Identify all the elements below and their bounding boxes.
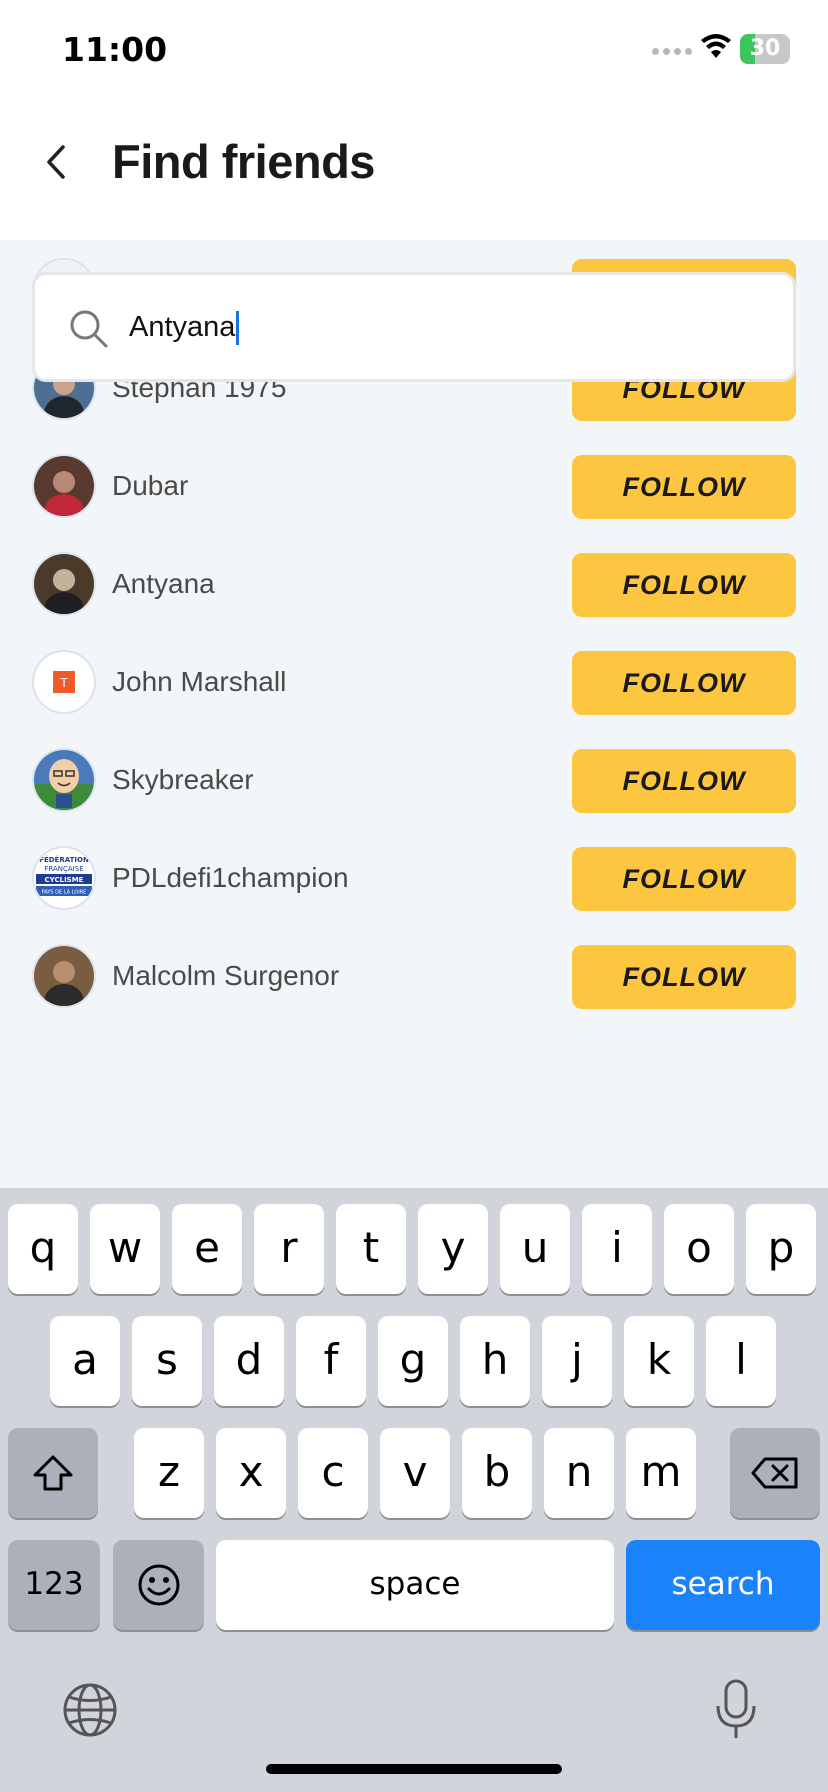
key-t[interactable]: t — [336, 1204, 406, 1294]
search-icon — [70, 310, 108, 348]
key-r[interactable]: r — [254, 1204, 324, 1294]
svg-text:FÉDÉRATION: FÉDÉRATION — [39, 855, 89, 864]
user-name[interactable]: Skybreaker — [112, 724, 254, 836]
shift-icon — [33, 1455, 73, 1491]
key-k[interactable]: k — [624, 1316, 694, 1406]
text-cursor — [236, 311, 239, 345]
user-name[interactable]: Dubar — [112, 430, 188, 542]
key-e[interactable]: e — [172, 1204, 242, 1294]
cellular-signal-icon — [652, 48, 692, 55]
delete-key[interactable] — [730, 1428, 820, 1518]
key-h[interactable]: h — [460, 1316, 530, 1406]
key-n[interactable]: n — [544, 1428, 614, 1518]
key-f[interactable]: f — [296, 1316, 366, 1406]
key-x[interactable]: x — [216, 1428, 286, 1518]
svg-text:FRANÇAISE: FRANÇAISE — [44, 865, 83, 873]
home-indicator — [266, 1764, 562, 1774]
key-v[interactable]: v — [380, 1428, 450, 1518]
follow-button[interactable]: FOLLOW — [572, 749, 796, 813]
avatar[interactable] — [32, 552, 96, 616]
key-b[interactable]: b — [462, 1428, 532, 1518]
avatar[interactable] — [32, 748, 96, 812]
key-p[interactable]: p — [746, 1204, 816, 1294]
follow-button[interactable]: FOLLOW — [572, 455, 796, 519]
list-item[interactable]: T John Marshall FOLLOW — [0, 626, 828, 738]
list-item[interactable]: Malcolm Surgenor FOLLOW — [0, 920, 828, 1032]
list-item[interactable]: Antyana FOLLOW — [0, 528, 828, 640]
space-key[interactable]: space — [216, 1540, 614, 1630]
key-l[interactable]: l — [706, 1316, 776, 1406]
battery-level: 30 — [749, 36, 781, 61]
key-i[interactable]: i — [582, 1204, 652, 1294]
page-title: Find friends — [112, 135, 375, 188]
header: Find friends — [0, 100, 828, 240]
list-item[interactable]: Skybreaker FOLLOW — [0, 724, 828, 836]
shift-key[interactable] — [8, 1428, 98, 1518]
globe-icon — [63, 1683, 117, 1737]
list-item[interactable]: Dubar FOLLOW — [0, 430, 828, 542]
key-o[interactable]: o — [664, 1204, 734, 1294]
follow-button[interactable]: FOLLOW — [572, 945, 796, 1009]
search-bar[interactable]: Antyana — [32, 272, 796, 382]
key-q[interactable]: q — [8, 1204, 78, 1294]
battery-icon: 30 — [740, 34, 790, 64]
user-name[interactable]: Malcolm Surgenor — [112, 920, 339, 1032]
user-name[interactable]: John Marshall — [112, 626, 286, 738]
avatar[interactable]: FÉDÉRATION FRANÇAISE CYCLISME PAYS DE LA LO… — [32, 846, 96, 910]
key-w[interactable]: w — [90, 1204, 160, 1294]
friends-list[interactable]: grahamturton1FOLLOWStephan 1975FOLLOWDub… — [0, 240, 828, 1188]
search-input[interactable]: Antyana — [129, 275, 235, 379]
emoji-key[interactable] — [113, 1540, 204, 1630]
key-g[interactable]: g — [378, 1316, 448, 1406]
numbers-key[interactable]: 123 — [8, 1540, 100, 1630]
wifi-icon — [700, 34, 732, 65]
key-c[interactable]: c — [298, 1428, 368, 1518]
dictation-button[interactable] — [714, 1678, 758, 1742]
key-z[interactable]: z — [134, 1428, 204, 1518]
keyboard: 123 space search qwertyuiop asdfghjkl zxcv… — [0, 1188, 828, 1792]
status-time: 11:00 — [62, 30, 168, 69]
key-y[interactable]: y — [418, 1204, 488, 1294]
avatar[interactable]: T — [32, 650, 96, 714]
user-name[interactable]: PDLdefi1champion — [112, 822, 349, 934]
globe-button[interactable] — [62, 1682, 118, 1738]
key-s[interactable]: s — [132, 1316, 202, 1406]
list-item[interactable]: FÉDÉRATION FRANÇAISE CYCLISME PAYS DE LA LO… — [0, 822, 828, 934]
follow-button[interactable]: FOLLOW — [572, 847, 796, 911]
emoji-icon — [138, 1564, 179, 1606]
svg-text:CYCLISME: CYCLISME — [45, 876, 84, 884]
avatar[interactable] — [32, 454, 96, 518]
key-j[interactable]: j — [542, 1316, 612, 1406]
status-bar: 11:00 30 — [0, 0, 828, 100]
avatar[interactable] — [32, 944, 96, 1008]
key-u[interactable]: u — [500, 1204, 570, 1294]
key-m[interactable]: m — [626, 1428, 696, 1518]
svg-text:PAYS DE LA LOIRE: PAYS DE LA LOIRE — [42, 890, 87, 896]
follow-button[interactable]: FOLLOW — [572, 553, 796, 617]
microphone-icon — [716, 1679, 756, 1738]
back-button[interactable] — [36, 138, 76, 186]
svg-text:T: T — [59, 676, 68, 690]
key-a[interactable]: a — [50, 1316, 120, 1406]
key-d[interactable]: d — [214, 1316, 284, 1406]
chevron-left-icon — [47, 145, 65, 179]
search-key[interactable]: search — [626, 1540, 820, 1630]
backspace-icon — [751, 1457, 798, 1489]
follow-button[interactable]: FOLLOW — [572, 651, 796, 715]
user-name[interactable]: Antyana — [112, 528, 215, 640]
